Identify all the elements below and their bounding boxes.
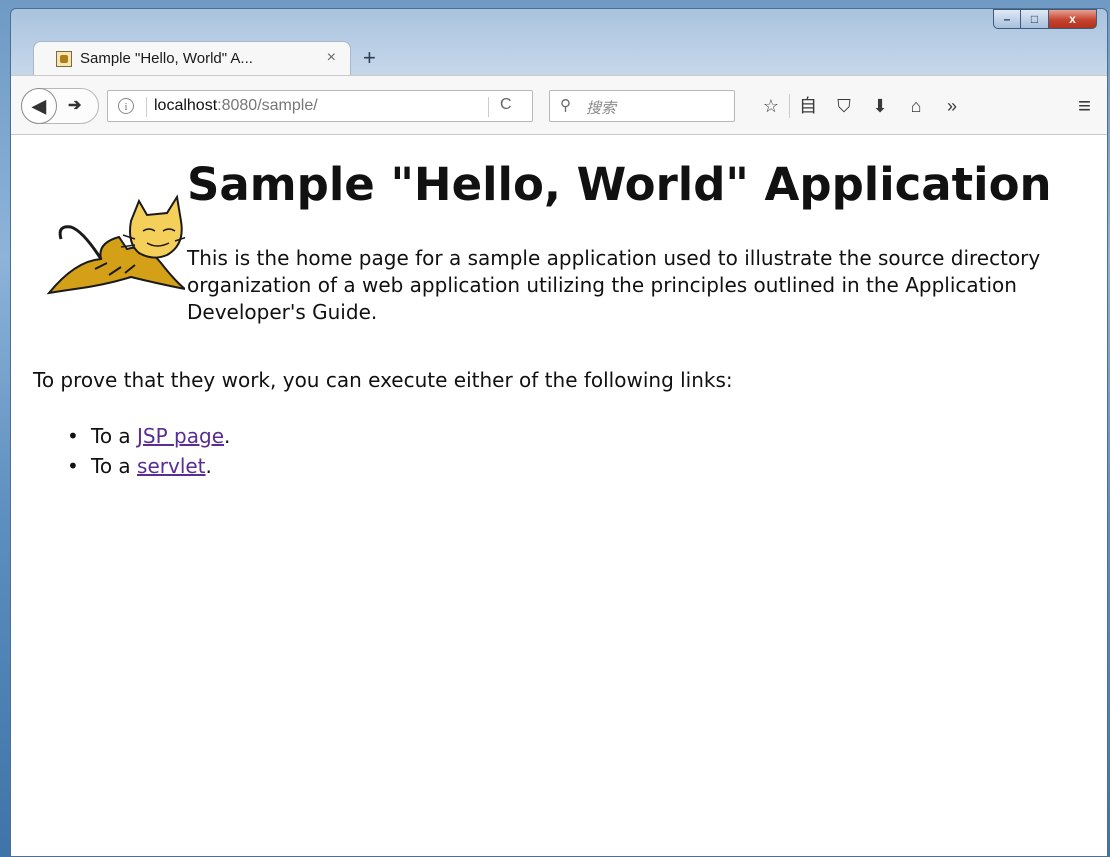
reload-icon[interactable]: C	[500, 96, 512, 114]
list-item: To a servlet.	[63, 451, 230, 481]
back-forward-group: ◀ ➔	[21, 88, 99, 124]
url-bar[interactable]: i localhost:8080/sample/ C	[107, 90, 533, 122]
links-list: To a JSP page. To a servlet.	[63, 421, 230, 481]
search-input[interactable]: ⚲ 搜索	[549, 90, 735, 122]
link-prefix: To a	[91, 424, 138, 448]
url-divider	[146, 97, 147, 117]
tomcat-favicon-icon	[56, 50, 72, 67]
tab-close-icon[interactable]: ×	[327, 49, 336, 67]
close-window-button[interactable]: x	[1049, 9, 1097, 29]
intro-paragraph: This is the home page for a sample appli…	[187, 246, 1041, 324]
bookmark-star-icon[interactable]: ☆	[753, 92, 789, 120]
tab-title: Sample "Hello, World" A...	[80, 50, 253, 67]
reading-list-icon[interactable]: 自	[790, 92, 826, 120]
search-placeholder: 搜索	[586, 100, 617, 117]
home-icon[interactable]: ⌂	[898, 92, 934, 120]
page-title: Sample "Hello, World" Application	[187, 158, 1052, 211]
window-caption-buttons: – □ x	[993, 9, 1097, 29]
search-icon: ⚲	[560, 97, 571, 114]
overflow-icon[interactable]: »	[934, 92, 970, 120]
tab-strip: Sample "Hello, World" A... × +	[11, 35, 1107, 75]
url-text[interactable]: localhost:8080/sample/	[154, 97, 318, 115]
list-item: To a JSP page.	[63, 421, 230, 451]
url-host: localhost	[154, 97, 218, 114]
forward-button[interactable]: ➔	[68, 95, 81, 115]
tomcat-logo	[46, 194, 185, 295]
link-prefix: To a	[91, 454, 138, 478]
hamburger-menu-icon[interactable]: ≡	[1078, 94, 1091, 118]
tab-sample-hello-world[interactable]: Sample "Hello, World" A... ×	[33, 41, 351, 75]
url-divider-2	[488, 97, 489, 117]
url-path: :8080/sample/	[217, 97, 318, 114]
page-content: Sample "Hello, World" Application This i…	[11, 135, 1107, 856]
forward-arrow-icon: ➔	[68, 97, 82, 114]
jsp-page-link[interactable]: JSP page	[137, 424, 224, 448]
download-icon[interactable]: ⬇	[862, 92, 898, 120]
link-suffix: .	[224, 424, 231, 448]
minimize-button[interactable]: –	[993, 9, 1021, 29]
back-arrow-icon: ◀	[32, 95, 46, 116]
pocket-icon[interactable]: ⛉	[826, 92, 862, 120]
instructions-paragraph: To prove that they work, you can execute…	[33, 368, 733, 392]
servlet-link[interactable]: servlet	[137, 454, 206, 478]
back-button[interactable]: ◀	[21, 88, 57, 124]
new-tab-button[interactable]: +	[363, 45, 376, 71]
navigation-toolbar: ◀ ➔ i localhost:8080/sample/ C ⚲ 搜索 ☆ 自 …	[11, 75, 1107, 135]
link-suffix: .	[205, 454, 212, 478]
site-info-icon[interactable]: i	[118, 98, 134, 114]
browser-window: – □ x Sample "Hello, World" A... × + ◀ ➔…	[10, 8, 1108, 857]
toolbar-icons: ☆ 自 ⛉ ⬇ ⌂ »	[753, 92, 970, 120]
maximize-button[interactable]: □	[1021, 9, 1049, 29]
